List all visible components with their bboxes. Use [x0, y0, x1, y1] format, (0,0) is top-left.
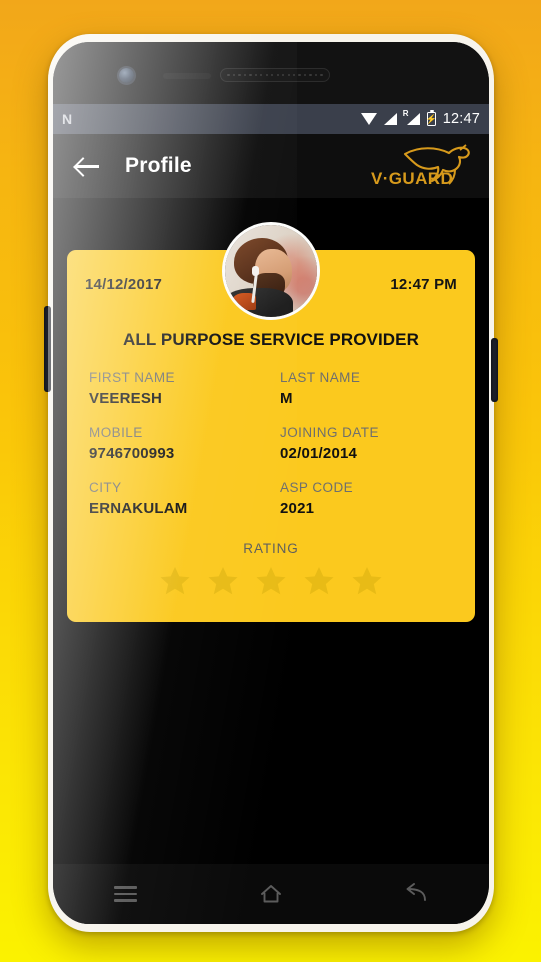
volume-button[interactable]	[44, 306, 51, 392]
profile-content: 14/12/2017 12:47 PM ALL PURPOSE SERVICE …	[53, 198, 489, 864]
field-value: 2021	[280, 500, 315, 517]
field-last-name: LAST NAME M	[276, 370, 457, 407]
front-camera-icon	[119, 68, 134, 83]
card-date: 14/12/2017	[85, 276, 163, 293]
field-value: 9746700993	[89, 445, 175, 462]
field-city: CITY ERNAKULAM	[85, 480, 266, 517]
card-title: ALL PURPOSE SERVICE PROVIDER	[123, 330, 419, 349]
field-first-name: FIRST NAME VEERESH	[85, 370, 266, 407]
field-label: FIRST NAME	[89, 370, 176, 385]
recents-menu-icon[interactable]	[96, 874, 156, 914]
field-label: JOINING DATE	[280, 425, 379, 440]
phone-device: N R ⚡ 12:47 Profile V·GUARD 14/12/2017 1…	[44, 34, 498, 932]
earpiece-speaker	[220, 68, 330, 82]
wifi-icon	[360, 113, 377, 125]
android-nav-bar	[53, 864, 489, 924]
home-icon[interactable]	[241, 874, 301, 914]
field-value: 02/01/2014	[280, 445, 358, 462]
power-button[interactable]	[491, 338, 498, 402]
signal-icon	[383, 113, 397, 125]
back-icon[interactable]	[386, 874, 446, 914]
field-label: MOBILE	[89, 425, 143, 440]
field-label: CITY	[89, 480, 122, 495]
field-joining-date: JOINING DATE 02/01/2014	[276, 425, 457, 462]
page-title: Profile	[125, 154, 192, 177]
roaming-signal-icon: R	[403, 110, 420, 126]
rating-stars[interactable]	[85, 564, 457, 604]
phone-top-hardware	[53, 42, 489, 104]
status-clock: 12:47	[442, 111, 480, 127]
card-time: 12:47 PM	[390, 276, 457, 293]
field-value: ERNAKULAM	[89, 500, 188, 517]
rating-star-4[interactable]	[302, 564, 336, 598]
field-asp-code: ASP CODE 2021	[276, 480, 457, 517]
proximity-sensor	[163, 73, 211, 79]
battery-charging-icon: ⚡	[426, 109, 437, 126]
field-label: LAST NAME	[280, 370, 361, 385]
field-value: VEERESH	[89, 390, 163, 407]
svg-text:V·GUARD: V·GUARD	[371, 169, 453, 188]
avatar[interactable]	[222, 222, 320, 320]
field-mobile: MOBILE 9746700993	[85, 425, 266, 462]
app-toolbar: Profile V·GUARD	[53, 134, 489, 198]
rating-star-2[interactable]	[206, 564, 240, 598]
rating-star-5[interactable]	[350, 564, 384, 598]
status-bar: N R ⚡ 12:47	[53, 104, 489, 134]
phone-screen: N R ⚡ 12:47 Profile V·GUARD 14/12/2017 1…	[53, 104, 489, 864]
n-notification-icon: N	[62, 111, 72, 127]
phone-body: N R ⚡ 12:47 Profile V·GUARD 14/12/2017 1…	[53, 42, 489, 924]
rating-label: RATING	[243, 541, 299, 556]
field-label: ASP CODE	[280, 480, 354, 495]
vguard-kangaroo-logo: V·GUARD	[367, 140, 477, 192]
rating-star-3[interactable]	[254, 564, 288, 598]
profile-fields: FIRST NAME VEERESH LAST NAME M MOBILE 97…	[85, 370, 457, 517]
back-arrow-icon[interactable]	[71, 149, 105, 183]
field-value: M	[280, 390, 293, 407]
rating-star-1[interactable]	[158, 564, 192, 598]
